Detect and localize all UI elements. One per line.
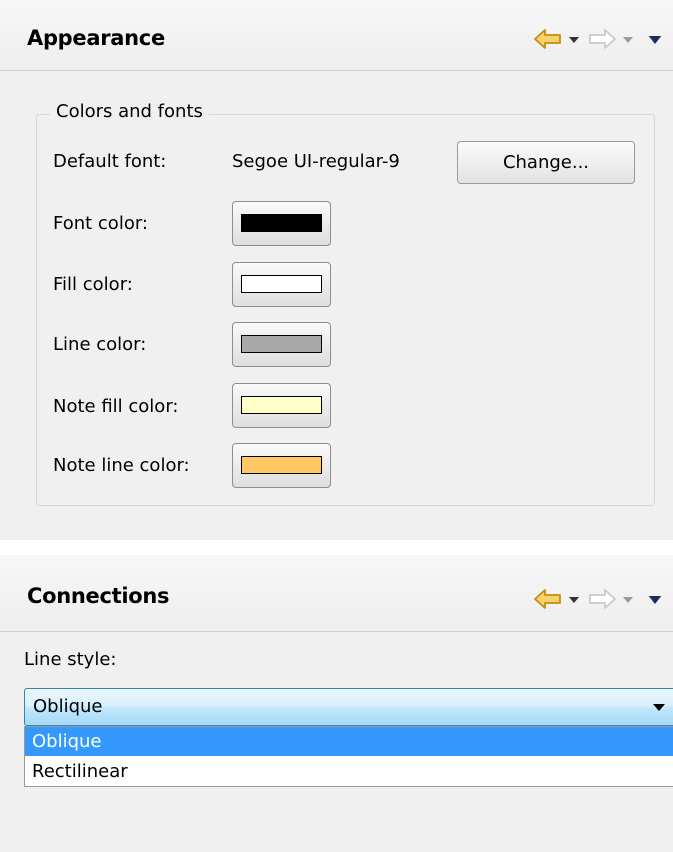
font-color-label: Font color: — [53, 213, 148, 234]
back-history-chevron-down-icon[interactable] — [567, 587, 581, 611]
line-color-label: Line color: — [53, 334, 147, 355]
font-color-swatch — [241, 214, 322, 232]
connections-panel: Connections Line style: Oblique Oblique … — [0, 555, 673, 852]
back-arrow-icon[interactable] — [533, 587, 563, 611]
line-style-label: Line style: — [24, 649, 117, 670]
line-color-swatch — [241, 335, 322, 353]
default-font-value: Segoe UI-regular-9 — [232, 151, 400, 172]
font-color-button[interactable] — [232, 201, 331, 246]
default-font-label: Default font: — [53, 151, 167, 172]
appearance-title: Appearance — [27, 26, 165, 50]
view-menu-icon[interactable] — [645, 27, 665, 51]
line-style-selected-value: Oblique — [33, 696, 103, 717]
forward-history-chevron-down-icon[interactable] — [621, 27, 635, 51]
fill-color-button[interactable] — [232, 262, 331, 307]
line-style-options-list: Oblique Rectilinear — [24, 726, 673, 787]
chevron-down-icon[interactable] — [653, 704, 665, 712]
change-font-button[interactable]: Change... — [457, 141, 635, 184]
note-line-color-button[interactable] — [232, 443, 331, 488]
fill-color-label: Fill color: — [53, 274, 133, 295]
view-menu-icon[interactable] — [645, 587, 665, 611]
appearance-panel: Appearance Colors and fonts Default font… — [0, 0, 673, 540]
connections-nav-toolbar — [533, 586, 665, 612]
connections-title: Connections — [27, 584, 170, 608]
note-fill-color-swatch — [241, 396, 322, 414]
note-fill-color-button[interactable] — [232, 383, 331, 428]
forward-history-chevron-down-icon[interactable] — [621, 587, 635, 611]
colors-and-fonts-label: Colors and fonts — [50, 101, 209, 122]
appearance-nav-toolbar — [533, 26, 665, 52]
note-line-color-label: Note line color: — [53, 455, 190, 476]
line-style-option-oblique[interactable]: Oblique — [25, 727, 673, 756]
back-arrow-icon[interactable] — [533, 27, 563, 51]
note-line-color-swatch — [241, 456, 322, 474]
appearance-header: Appearance — [0, 0, 673, 71]
connections-header: Connections — [0, 555, 673, 632]
line-color-button[interactable] — [232, 322, 331, 367]
note-fill-color-label: Note fill color: — [53, 396, 179, 417]
forward-arrow-icon[interactable] — [587, 27, 617, 51]
line-style-option-rectilinear[interactable]: Rectilinear — [25, 757, 673, 786]
back-history-chevron-down-icon[interactable] — [567, 27, 581, 51]
forward-arrow-icon[interactable] — [587, 587, 617, 611]
line-style-dropdown[interactable]: Oblique — [24, 688, 673, 726]
fill-color-swatch — [241, 275, 322, 293]
